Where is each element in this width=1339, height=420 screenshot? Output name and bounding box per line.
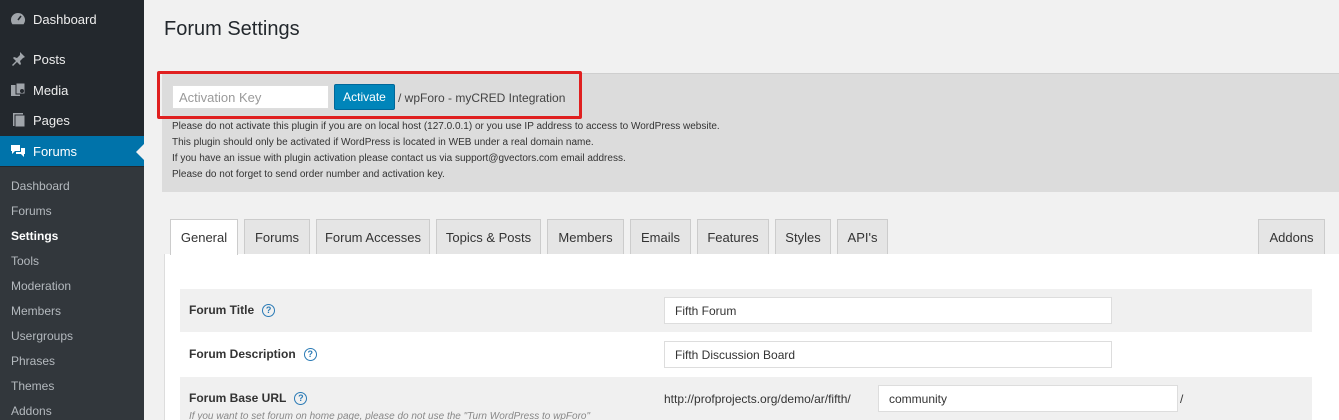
setting-label-forum-base-url: Forum Base URL ? <box>189 391 308 405</box>
menu-item-label: Media <box>33 82 69 98</box>
admin-sidebar: Dashboard Posts Media Pages Forums Dashb… <box>0 0 144 420</box>
setting-label-text: Forum Description <box>189 347 296 361</box>
submenu-dashboard[interactable]: Dashboard <box>11 179 70 193</box>
tab-addons[interactable]: Addons <box>1258 219 1325 254</box>
submenu-settings[interactable]: Settings <box>11 229 58 243</box>
dashboard-icon <box>8 9 28 29</box>
base-url-suffix: / <box>1180 392 1184 406</box>
base-url-prefix: http://profprojects.org/demo/ar/fifth/ <box>664 392 851 406</box>
setting-label-text: Forum Title <box>189 303 255 317</box>
forum-title-field[interactable] <box>664 297 1112 324</box>
page-title: Forum Settings <box>164 18 300 40</box>
submenu-themes[interactable]: Themes <box>11 379 54 393</box>
activation-notice: If you have an issue with plugin activat… <box>172 153 626 164</box>
forum-description-field[interactable] <box>664 341 1112 368</box>
menu-item-pages[interactable]: Pages <box>0 105 144 135</box>
tab-styles[interactable]: Styles <box>775 219 831 254</box>
menu-item-label: Dashboard <box>33 11 97 27</box>
tab-members[interactable]: Members <box>547 219 624 254</box>
tab-apis[interactable]: API's <box>837 219 888 254</box>
base-url-description: If you want to set forum on home page, p… <box>189 411 591 420</box>
activation-notice: This plugin should only be activated if … <box>172 137 594 148</box>
menu-item-label: Posts <box>33 51 66 67</box>
submenu-phrases[interactable]: Phrases <box>11 354 55 368</box>
help-icon[interactable]: ? <box>262 303 276 317</box>
menu-item-label: Pages <box>33 112 70 128</box>
submenu-addons[interactable]: Addons <box>11 404 52 418</box>
menu-item-posts[interactable]: Posts <box>0 44 144 74</box>
highlight-annotation <box>157 71 582 119</box>
submenu-usergroups[interactable]: Usergroups <box>11 329 73 343</box>
pin-icon <box>8 49 28 69</box>
setting-label-forum-description: Forum Description ? <box>189 347 317 361</box>
media-icon <box>8 80 28 100</box>
tab-forum-accesses[interactable]: Forum Accesses <box>316 219 430 254</box>
submenu-members[interactable]: Members <box>11 304 61 318</box>
activation-notice: Please do not activate this plugin if yo… <box>172 121 720 132</box>
setting-label-forum-title: Forum Title ? <box>189 303 276 317</box>
forum-base-url-field[interactable] <box>878 385 1178 412</box>
tab-features[interactable]: Features <box>697 219 769 254</box>
tab-forums[interactable]: Forums <box>244 219 310 254</box>
pages-icon <box>8 110 28 130</box>
forums-submenu: Dashboard Forums Settings Tools Moderati… <box>0 167 144 420</box>
menu-item-forums[interactable]: Forums <box>0 136 144 166</box>
submenu-tools[interactable]: Tools <box>11 254 39 268</box>
submenu-moderation[interactable]: Moderation <box>11 279 71 293</box>
tab-emails[interactable]: Emails <box>630 219 691 254</box>
tab-topics-posts[interactable]: Topics & Posts <box>436 219 541 254</box>
submenu-forums[interactable]: Forums <box>11 204 52 218</box>
help-icon[interactable]: ? <box>294 391 308 405</box>
activation-notice: Please do not forget to send order numbe… <box>172 169 445 180</box>
forums-icon <box>8 141 28 161</box>
menu-item-media[interactable]: Media <box>0 75 144 105</box>
menu-item-dashboard[interactable]: Dashboard <box>0 4 144 34</box>
setting-label-text: Forum Base URL <box>189 391 287 405</box>
tab-general[interactable]: General <box>170 219 238 255</box>
menu-item-label: Forums <box>33 143 78 159</box>
help-icon[interactable]: ? <box>303 347 317 361</box>
